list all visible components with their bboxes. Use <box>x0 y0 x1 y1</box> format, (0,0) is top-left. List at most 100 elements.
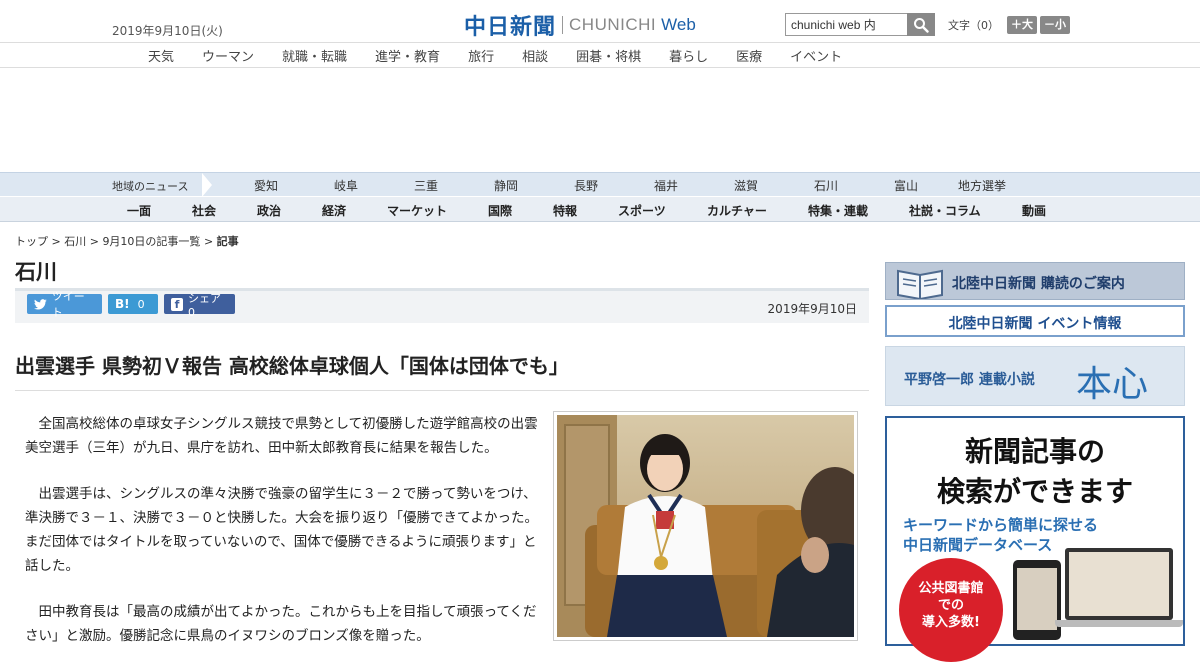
breadcrumb-separator: > <box>51 235 61 248</box>
photo-image <box>557 415 869 637</box>
smartphone-illustration <box>1013 560 1061 640</box>
subscription-banner-text: 北陸中日新聞 購読のご案内 <box>952 276 1125 292</box>
breadcrumb-region[interactable]: 石川 <box>64 235 86 248</box>
section-item-international[interactable]: 国際 <box>488 202 512 219</box>
breadcrumb-separator: > <box>89 235 99 248</box>
region-item-toyama[interactable]: 富山 <box>894 177 918 194</box>
region-nav-label: 地域のニュース <box>112 180 189 193</box>
font-size-up-button[interactable]: ＋大 <box>1007 16 1037 34</box>
region-item-fukui[interactable]: 福井 <box>654 177 678 194</box>
section-item-sports[interactable]: スポーツ <box>618 202 666 219</box>
font-size-down-button[interactable]: －小 <box>1040 16 1070 34</box>
facebook-share-button[interactable]: f シェア 0 <box>164 292 235 319</box>
section-item-front[interactable]: 一面 <box>127 202 151 219</box>
serial-novel-title: 本心 <box>1076 364 1149 405</box>
breadcrumb-current: 記事 <box>216 235 239 248</box>
library-badge-line: での <box>937 598 964 613</box>
category-nav-item[interactable]: イベント <box>790 46 842 65</box>
region-item-elections[interactable]: 地方選挙 <box>958 177 1006 194</box>
font-size-control: 文字（0） ＋大 －小 <box>948 16 1070 34</box>
region-item-shizuoka[interactable]: 静岡 <box>494 177 518 194</box>
event-info-banner[interactable]: 北陸中日新聞 イベント情報 <box>885 305 1185 337</box>
subscription-banner[interactable]: 北陸中日新聞 購読のご案内 <box>885 262 1185 300</box>
category-nav-item[interactable]: 医療 <box>736 46 762 65</box>
article-headline: 出雲選手 県勢初Ｖ報告 高校総体卓球個人「国体は団体でも」 <box>15 354 569 378</box>
category-nav: 天気 ウーマン 就職・転職 進学・教育 旅行 相談 囲碁・将棋 暮らし 医療 イ… <box>0 42 1200 68</box>
category-nav-item[interactable]: 就職・転職 <box>282 46 347 65</box>
section-item-special-report[interactable]: 特報 <box>553 202 577 219</box>
region-item-shiga[interactable]: 滋賀 <box>734 177 758 194</box>
share-bar: ツイート B! 0 f シェア 0 2019年9月10日 <box>15 290 869 323</box>
library-badge-line: 導入多数! <box>922 615 980 630</box>
article-paragraph: 全国高校総体の卓球女子シングルス競技で県勢として初優勝した遊学館高校の出雲美空選… <box>25 416 538 456</box>
hatena-bookmark-button[interactable]: B! 0 <box>108 294 158 314</box>
library-badge: 公共図書館 での 導入多数! <box>899 558 1003 662</box>
article-database-banner[interactable]: 新聞記事の 検索ができます キーワードから簡単に探せる 中日新聞データベース 公… <box>885 416 1185 662</box>
search-icon <box>914 17 929 33</box>
category-nav-item[interactable]: ウーマン <box>202 46 254 65</box>
category-nav-item[interactable]: 暮らし <box>669 46 708 65</box>
laptop-illustration <box>1065 548 1173 620</box>
article-photo[interactable] <box>553 411 869 641</box>
article-body: 全国高校総体の卓球女子シングルス競技で県勢として初優勝した遊学館高校の出雲美空選… <box>25 412 545 670</box>
logo-divider <box>562 16 564 34</box>
facebook-icon: f <box>171 297 183 311</box>
section-item-society[interactable]: 社会 <box>192 202 216 219</box>
category-nav-item[interactable]: 天気 <box>148 46 174 65</box>
serial-novel-banner[interactable]: 平野啓一郎 連載小説 本心 <box>885 346 1185 406</box>
library-badge-line: 公共図書館 <box>918 581 984 596</box>
event-info-banner-text: 北陸中日新聞 イベント情報 <box>948 316 1122 332</box>
category-nav-item[interactable]: 囲碁・将棋 <box>576 46 641 65</box>
database-banner-tagline-2: 中日新聞データベース <box>903 536 1053 554</box>
breadcrumb-article-list[interactable]: 9月10日の記事一覧 <box>102 235 200 248</box>
region-nav-arrow <box>202 173 212 197</box>
logo-japanese: 中日新聞 <box>464 14 557 40</box>
region-item-nagano[interactable]: 長野 <box>574 177 598 194</box>
database-banner-tagline-1: キーワードから簡単に探せる <box>903 516 1099 534</box>
breadcrumb-separator: > <box>203 235 214 248</box>
search-button[interactable] <box>907 13 935 36</box>
breadcrumb-top[interactable]: トップ <box>15 235 48 248</box>
logo-web: Web <box>661 15 696 34</box>
section-item-culture[interactable]: カルチャー <box>707 202 767 219</box>
breadcrumb: トップ > 石川 > 9月10日の記事一覧 > 記事 <box>15 233 239 249</box>
serial-novel-author: 平野啓一郎 連載小説 <box>904 372 1035 388</box>
twitter-bird-icon <box>34 298 47 310</box>
hatena-count: 0 <box>137 297 145 311</box>
tweet-button[interactable]: ツイート <box>27 290 102 319</box>
region-item-ishikawa[interactable]: 石川 <box>814 177 838 194</box>
section-title: 石川 <box>15 260 57 284</box>
section-item-video[interactable]: 動画 <box>1022 202 1046 219</box>
article-paragraph: 田中教育長は「最高の成績が出てよかった。これからも上を目指して頑張ってください」… <box>25 604 537 644</box>
site-search <box>785 13 935 36</box>
laptop-base-illustration <box>1055 620 1183 627</box>
site-header: 2019年9月10日(火) 中日新聞 CHUNICHI Web 文字（0） ＋大… <box>0 0 1200 42</box>
section-nav: 一面 社会 政治 経済 マーケット 国際 特報 スポーツ カルチャー 特集・連載… <box>0 196 1200 222</box>
article-paragraph: 出雲選手は、シングルスの準々決勝で強豪の留学生に３－２で勝って勢いをつけ、準決勝… <box>25 486 538 574</box>
article-date: 2019年9月10日 <box>767 302 857 316</box>
section-item-features[interactable]: 特集・連載 <box>808 202 868 219</box>
region-item-aichi[interactable]: 愛知 <box>254 177 278 194</box>
category-nav-item[interactable]: 相談 <box>522 46 548 65</box>
database-banner-heading-2: 検索ができます <box>936 475 1133 508</box>
tweet-label: ツイート <box>51 290 85 319</box>
section-item-editorials[interactable]: 社説・コラム <box>909 202 981 219</box>
region-item-gifu[interactable]: 岐阜 <box>334 177 358 194</box>
category-nav-item[interactable]: 旅行 <box>468 46 494 65</box>
headline-divider <box>15 390 869 391</box>
section-item-economy[interactable]: 経済 <box>322 202 346 219</box>
hatena-icon: B! <box>115 297 130 311</box>
facebook-share-label: シェア 0 <box>187 291 221 319</box>
header-date: 2019年9月10日(火) <box>112 24 223 38</box>
database-banner-heading-1: 新聞記事の <box>964 435 1105 468</box>
region-nav: 地域のニュース 愛知 岐阜 三重 静岡 長野 福井 滋賀 石川 富山 地方選挙 <box>0 172 1200 197</box>
search-input[interactable] <box>785 13 907 36</box>
newspaper-icon <box>897 269 943 299</box>
category-nav-item[interactable]: 進学・教育 <box>375 46 440 65</box>
logo-english: CHUNICHI <box>569 15 657 34</box>
section-item-politics[interactable]: 政治 <box>257 202 281 219</box>
site-logo[interactable]: 中日新聞 CHUNICHI Web <box>464 9 696 41</box>
font-size-label: 文字（0） <box>948 19 999 32</box>
region-item-mie[interactable]: 三重 <box>414 177 438 194</box>
section-item-market[interactable]: マーケット <box>387 202 447 219</box>
